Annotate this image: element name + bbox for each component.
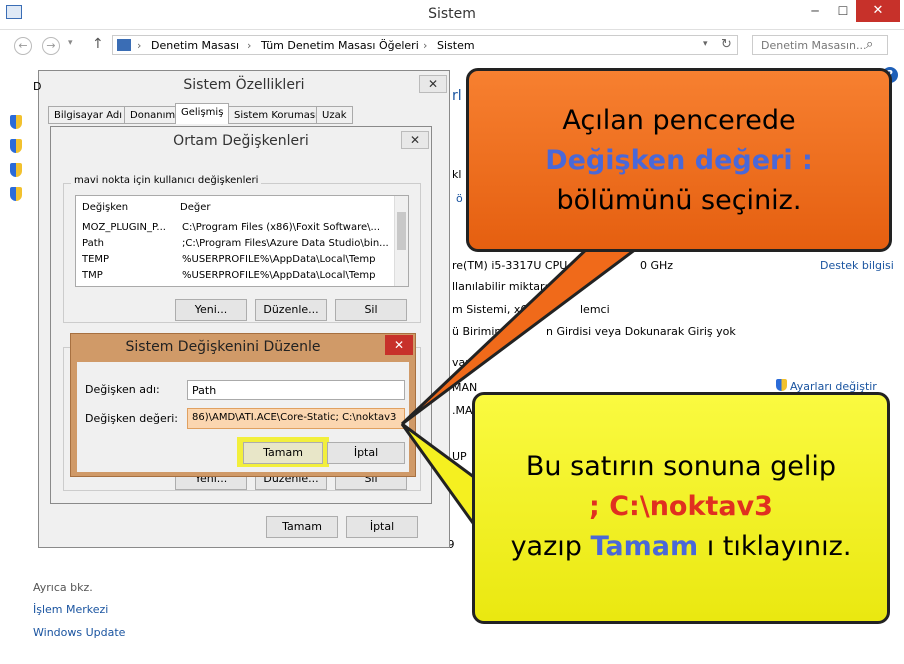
orange-callout-line2: Değişken değeri : xyxy=(545,145,813,176)
yellow-line3-c: ı tıklayınız. xyxy=(698,531,852,562)
yellow-callout-line2: ; C:\noktav3 xyxy=(589,491,773,522)
yellow-callout-line3: yazıp Tamam ı tıklayınız. xyxy=(475,527,887,567)
yellow-callout: Bu satırın sonuna gelip ; C:\noktav3 yaz… xyxy=(472,392,890,624)
yellow-callout-line1: Bu satırın sonuna gelip xyxy=(525,451,837,482)
yellow-line3-a: yazıp xyxy=(510,531,591,562)
yellow-pointer xyxy=(400,422,480,535)
orange-callout: Açılan pencerede Değişken değeri : bölüm… xyxy=(466,68,892,252)
orange-callout-line1: Açılan pencerede xyxy=(562,105,796,136)
orange-callout-line3: bölümünü seçiniz. xyxy=(556,185,802,216)
yellow-line3-b: Tamam xyxy=(590,531,699,562)
